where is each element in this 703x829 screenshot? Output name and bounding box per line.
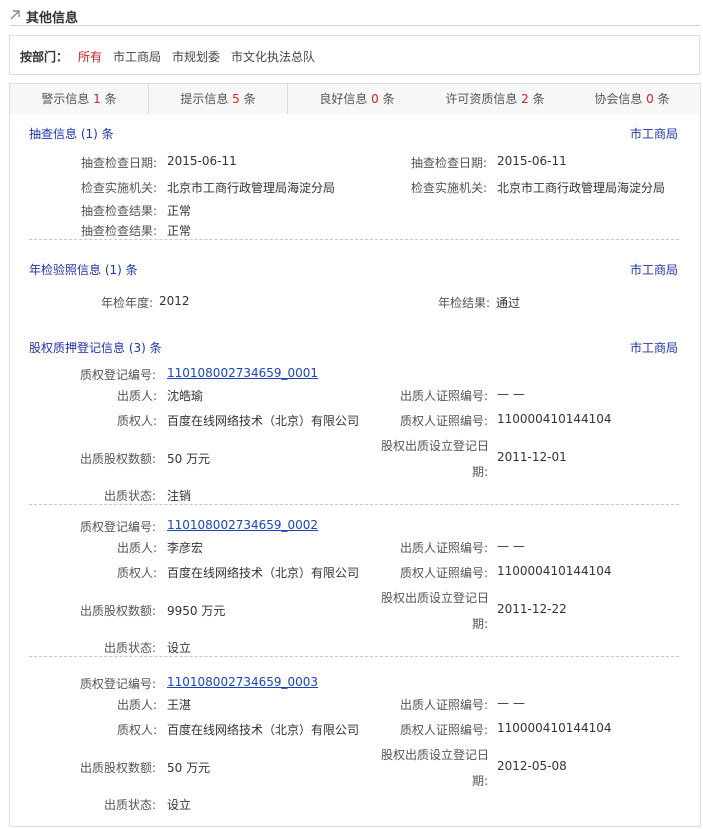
inspection-agency: 北京市工商行政管理局海淀分局 [167,181,336,195]
inspection-date-label: 抽查检查日期: [81,156,158,170]
tab-warning[interactable]: 警示信息 1 条 [10,84,148,115]
pledge-status: 注销 [167,489,192,503]
annual-result-label: 年检结果: [438,296,491,310]
pledge-pledgor-label: 出质人: [117,389,158,403]
pledge-pledgor-label: 出质人: [117,698,158,712]
inspection-result: 正常 [167,224,192,238]
pledge-source: 市工商局 [630,341,679,355]
tab-license[interactable]: 许可资质信息 2 条 [426,84,564,115]
inspection-agency: 北京市工商行政管理局海淀分局 [497,181,666,195]
department-filter: 按部门： 所有 市工商局 市规划委 市文化执法总队 [9,35,700,75]
pledge-pledgor-label: 出质人: [117,541,158,555]
pledge-pledgee-id: 110000410144104 [497,564,612,578]
section-title: 其他信息 [26,11,79,26]
pledge-pledgor: 王湛 [167,698,192,712]
pledge-reg-no-label: 质权登记编号: [80,368,157,382]
pledge-date-label: 股权出质设立登记日 [381,748,490,762]
pledge-pledgee-id: 110000410144104 [497,721,612,735]
pledge-reg-no-label: 质权登记编号: [80,677,157,691]
annual-source: 市工商局 [630,263,679,277]
pledge-status-label: 出质状态: [104,489,157,503]
dashed-divider [29,656,679,657]
pledge-pledgee: 百度在线网络技术（北京）有限公司 [167,414,360,428]
inspection-result-label: 抽查检查结果: [81,224,158,238]
pledge-pledgee: 百度在线网络技术（北京）有限公司 [167,723,360,737]
tab-notice[interactable]: 提示信息 5 条 [149,84,287,115]
pledge-pledgee-label: 质权人: [117,566,158,580]
department-planning-link[interactable]: 市规划委 [172,48,220,65]
pledge-title: 股权质押登记信息 (3) 条 [29,341,162,355]
pledge-amount: 50 万元 [167,761,211,775]
pledge-amount: 9950 万元 [167,604,226,618]
info-tabs: 警示信息 1 条 提示信息 5 条 良好信息 0 条 许可资质信息 2 条 协会… [9,83,701,116]
pledge-date-label: 股权出质设立登记日 [381,591,490,605]
inspection-result: 正常 [167,204,192,218]
pledge-reg-no-label: 质权登记编号: [80,520,157,534]
pledge-pledgee: 百度在线网络技术（北京）有限公司 [167,566,360,580]
pledge-pledgee-id-label: 质权人证照编号: [400,414,489,428]
inspection-date-label: 抽查检查日期: [411,156,488,170]
pledge-date: 2011-12-01 [497,450,567,464]
pledge-pledgor-id-label: 出质人证照编号: [400,389,489,403]
tab-association[interactable]: 协会信息 0 条 [564,84,700,115]
department-saic-link[interactable]: 市工商局 [113,48,161,65]
annual-title: 年检验照信息 (1) 条 [29,263,138,277]
inspection-agency-label: 检查实施机关: [411,181,488,195]
inspection-title: 抽查信息 (1) 条 [29,127,114,141]
pledge-pledgee-id-label: 质权人证照编号: [400,723,489,737]
pledge-date: 2012-05-08 [497,759,567,773]
pledge-pledgor-id-label: 出质人证照编号: [400,541,489,555]
annual-year-label: 年检年度: [101,296,154,310]
pledge-reg-no-link[interactable]: 110108002734659_0003 [167,675,318,689]
annual-year: 2012 [159,294,190,308]
pledge-pledgee-label: 质权人: [117,723,158,737]
pledge-reg-no-link[interactable]: 110108002734659_0002 [167,518,318,532]
arrow-icon [10,10,20,20]
tab-good[interactable]: 良好信息 0 条 [288,84,426,115]
pledge-pledgor-id-label: 出质人证照编号: [400,698,489,712]
pledge-pledgor-id: — — [497,387,525,401]
annual-result: 通过 [496,296,521,310]
pledge-date: 2011-12-22 [497,602,567,616]
department-filter-label: 按部门： [20,50,69,64]
pledge-pledgor-id: — — [497,539,525,553]
inspection-date: 2015-06-11 [167,154,237,168]
pledge-pledgor: 沈皓瑜 [167,389,204,403]
pledge-amount-label: 出质股权数额: [80,761,157,775]
pledge-status-label: 出质状态: [104,798,157,812]
pledge-amount-label: 出质股权数额: [80,452,157,466]
pledge-date-label: 期: [472,465,489,479]
pledge-pledgee-id-label: 质权人证照编号: [400,566,489,580]
pledge-date-label: 期: [472,617,489,631]
pledge-status: 设立 [167,798,192,812]
pledge-pledgee-label: 质权人: [117,414,158,428]
pledge-status: 设立 [167,641,192,655]
pledge-amount: 50 万元 [167,452,211,466]
inspection-source: 市工商局 [630,127,679,141]
header-divider [10,25,700,26]
inspection-agency-label: 检查实施机关: [81,181,158,195]
pledge-date-label: 期: [472,774,489,788]
inspection-date: 2015-06-11 [497,154,567,168]
pledge-pledgor-id: — — [497,696,525,710]
pledge-date-label: 股权出质设立登记日 [381,439,490,453]
pledge-amount-label: 出质股权数额: [80,604,157,618]
dashed-divider [29,504,679,505]
inspection-result-label: 抽查检查结果: [81,204,158,218]
pledge-pledgee-id: 110000410144104 [497,412,612,426]
department-culture-link[interactable]: 市文化执法总队 [231,48,315,65]
dashed-divider [29,239,679,240]
pledge-status-label: 出质状态: [104,641,157,655]
department-all-link[interactable]: 所有 [78,48,102,65]
pledge-pledgor: 李彦宏 [167,541,204,555]
pledge-reg-no-link[interactable]: 110108002734659_0001 [167,366,318,380]
